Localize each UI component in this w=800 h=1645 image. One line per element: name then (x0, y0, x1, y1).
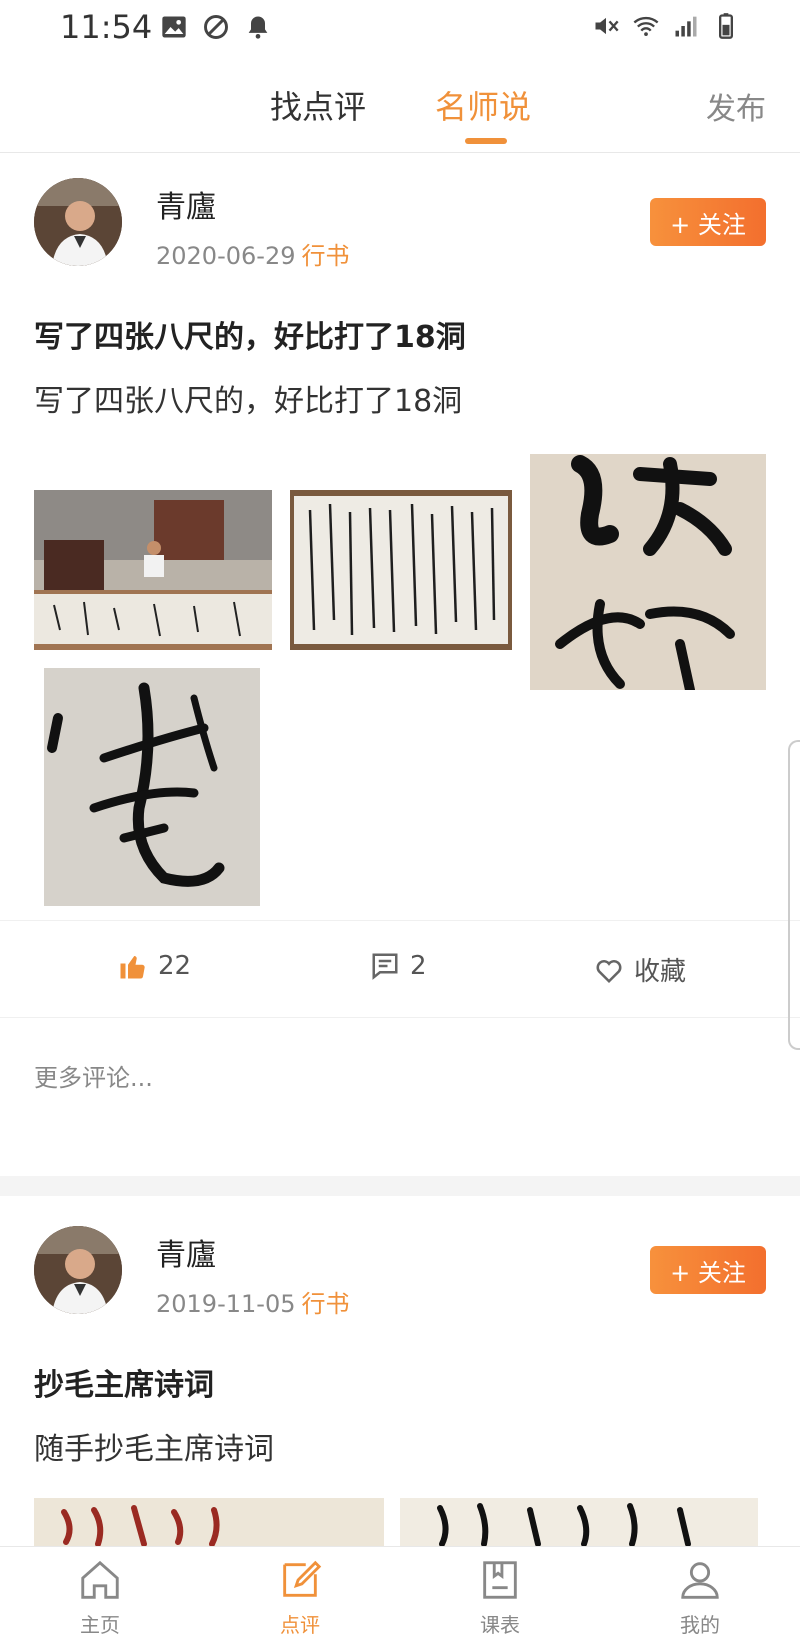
follow-button[interactable]: + 关注 (650, 1246, 766, 1294)
comment-icon (372, 953, 398, 980)
thumbs-up-icon (120, 956, 145, 979)
post-date: 2020-06-29 (156, 242, 296, 270)
post-photo[interactable] (290, 490, 512, 650)
nav-review-label: 点评 (280, 1613, 320, 1637)
bottom-nav: 主页 点评 课表 我的 (0, 1546, 800, 1645)
post-meta: 2020-06-29 行书 (156, 236, 349, 271)
post-body: 随手抄毛主席诗词 (34, 1432, 274, 1467)
gallery-icon (162, 16, 186, 38)
home-icon (81, 1560, 119, 1599)
author-name[interactable]: 青廬 (156, 1230, 216, 1274)
nav-schedule[interactable]: 课表 (450, 1557, 550, 1638)
battery-icon (719, 13, 733, 39)
post-date: 2019-11-05 (156, 1290, 296, 1318)
wifi-icon (633, 16, 659, 37)
publish-button[interactable]: 发布 (706, 84, 766, 128)
nav-home[interactable]: 主页 (50, 1557, 150, 1638)
post-photo[interactable] (400, 1498, 758, 1546)
favorite-button[interactable]: 收藏 (594, 951, 686, 988)
like-count: 22 (158, 951, 192, 981)
heart-icon (596, 959, 622, 983)
bell-icon (248, 16, 268, 39)
comment-button[interactable]: 2 (370, 951, 427, 981)
favorite-label: 收藏 (634, 957, 687, 987)
avatar[interactable] (34, 1226, 122, 1314)
post-category-tag[interactable]: 行书 (301, 242, 349, 270)
post-photo[interactable] (530, 454, 766, 690)
post-category-tag[interactable]: 行书 (301, 1290, 349, 1318)
post-photo[interactable] (34, 490, 272, 650)
post-title: 抄毛主席诗词 (34, 1368, 214, 1403)
nav-schedule-label: 课表 (480, 1613, 520, 1637)
post-photo[interactable] (34, 1498, 384, 1546)
post-divider (0, 1176, 800, 1196)
signal-icon (675, 16, 697, 37)
scroll-indicator[interactable] (788, 740, 800, 1050)
top-nav: 找点评 名师说 发布 (0, 58, 800, 153)
author-name[interactable]: 青廬 (156, 182, 216, 226)
follow-button[interactable]: + 关注 (650, 198, 766, 246)
comment-count: 2 (410, 951, 427, 981)
active-tab-indicator (465, 138, 507, 144)
post-meta: 2019-11-05 行书 (156, 1284, 349, 1319)
status-bar: 11:54 (0, 0, 800, 58)
status-time: 11:54 (60, 8, 153, 46)
like-button[interactable]: 22 (118, 951, 191, 981)
post-body: 写了四张八尺的，好比打了18洞 (34, 384, 463, 419)
more-comments-link[interactable]: 更多评论... (34, 1058, 153, 1093)
post-photo[interactable] (44, 668, 260, 906)
mute-icon (595, 17, 619, 35)
profile-icon (681, 1562, 719, 1599)
nav-review[interactable]: 点评 (250, 1557, 350, 1638)
post-card: 青廬 2019-11-05 行书 + 关注 抄毛主席诗词 随手抄毛主席诗词 (0, 1196, 800, 1546)
nav-mine[interactable]: 我的 (650, 1557, 750, 1638)
schedule-icon (483, 1561, 517, 1599)
post-actions: 22 2 收藏 (0, 920, 800, 1018)
tab-find-review[interactable]: 找点评 (270, 82, 366, 128)
nav-home-label: 主页 (80, 1613, 120, 1637)
tab-master-talk[interactable]: 名师说 (435, 82, 531, 128)
post-card: 青廬 2020-06-29 行书 + 关注 写了四张八尺的，好比打了18洞 写了四… (0, 152, 800, 1112)
avatar[interactable] (34, 178, 122, 266)
blocked-icon (204, 15, 228, 39)
post-title: 写了四张八尺的，好比打了18洞 (34, 320, 466, 355)
edit-icon (283, 1560, 322, 1597)
nav-mine-label: 我的 (680, 1613, 720, 1637)
